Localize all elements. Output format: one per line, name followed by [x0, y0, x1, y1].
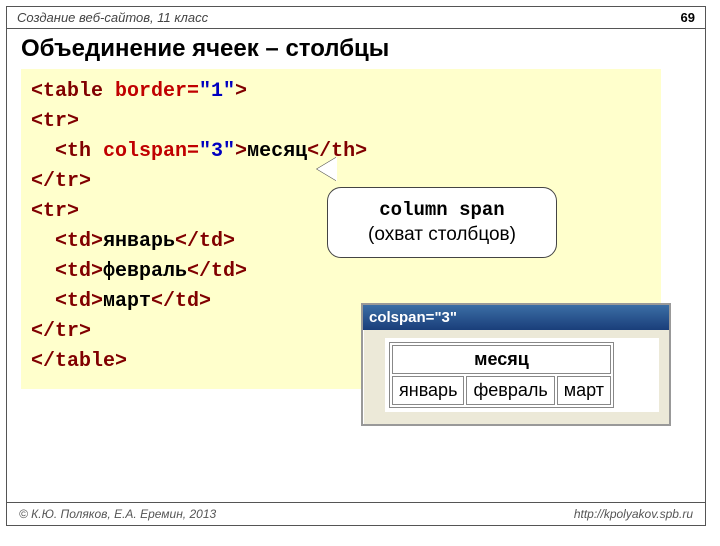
- slide-header: Создание веб-сайтов, 11 класс 69: [7, 7, 705, 29]
- topic-text: Создание веб-сайтов, 11 класс: [17, 10, 208, 25]
- callout-tail: [317, 157, 337, 181]
- code-l3b: colspan=: [103, 140, 199, 163]
- example-table: месяц январь февраль март: [389, 342, 614, 408]
- code-l7c: </td>: [187, 260, 247, 283]
- code-l1b: border=: [115, 80, 199, 103]
- page-number: 69: [681, 10, 695, 25]
- copyright-text: © К.Ю. Поляков, Е.А. Еремин, 2013: [19, 507, 216, 521]
- code-l2: <tr>: [31, 110, 79, 133]
- code-l1c: "1": [199, 80, 235, 103]
- table-cell: март: [557, 376, 611, 405]
- code-l9: </tr>: [31, 320, 91, 343]
- code-l3a: <th: [31, 140, 103, 163]
- code-l5: <tr>: [31, 200, 79, 223]
- code-l6a: <td>: [31, 230, 103, 253]
- code-l6b: январь: [103, 230, 175, 253]
- code-l1a: <table: [31, 80, 115, 103]
- table-header: месяц: [392, 345, 611, 374]
- code-l7b: февраль: [103, 260, 187, 283]
- footer-url: http://kpolyakov.spb.ru: [574, 507, 693, 521]
- slide-title: Объединение ячеек – столбцы: [7, 29, 705, 69]
- code-l7a: <td>: [31, 260, 103, 283]
- code-l10: </table>: [31, 350, 127, 373]
- code-l8a: <td>: [31, 290, 103, 313]
- browser-window: colspan="3" месяц январь февраль март: [361, 303, 671, 426]
- browser-titlebar: colspan="3": [363, 305, 669, 330]
- code-l6c: </td>: [175, 230, 235, 253]
- code-l8b: март: [103, 290, 151, 313]
- browser-body: месяц январь февраль март: [385, 338, 659, 412]
- callout-box: column span (охват столбцов): [327, 187, 557, 258]
- code-l3e: месяц: [247, 140, 307, 163]
- callout-desc: (охват столбцов): [336, 223, 548, 248]
- callout-term: column span: [336, 198, 548, 223]
- slide-footer: © К.Ю. Поляков, Е.А. Еремин, 2013 http:/…: [7, 502, 705, 525]
- code-l3d: >: [235, 140, 247, 163]
- code-l3c: "3": [199, 140, 235, 163]
- code-l8c: </td>: [151, 290, 211, 313]
- table-cell: январь: [392, 376, 464, 405]
- table-cell: февраль: [466, 376, 554, 405]
- code-l1d: >: [235, 80, 247, 103]
- slide: Создание веб-сайтов, 11 класс 69 Объедин…: [6, 6, 706, 526]
- code-l4: </tr>: [31, 170, 91, 193]
